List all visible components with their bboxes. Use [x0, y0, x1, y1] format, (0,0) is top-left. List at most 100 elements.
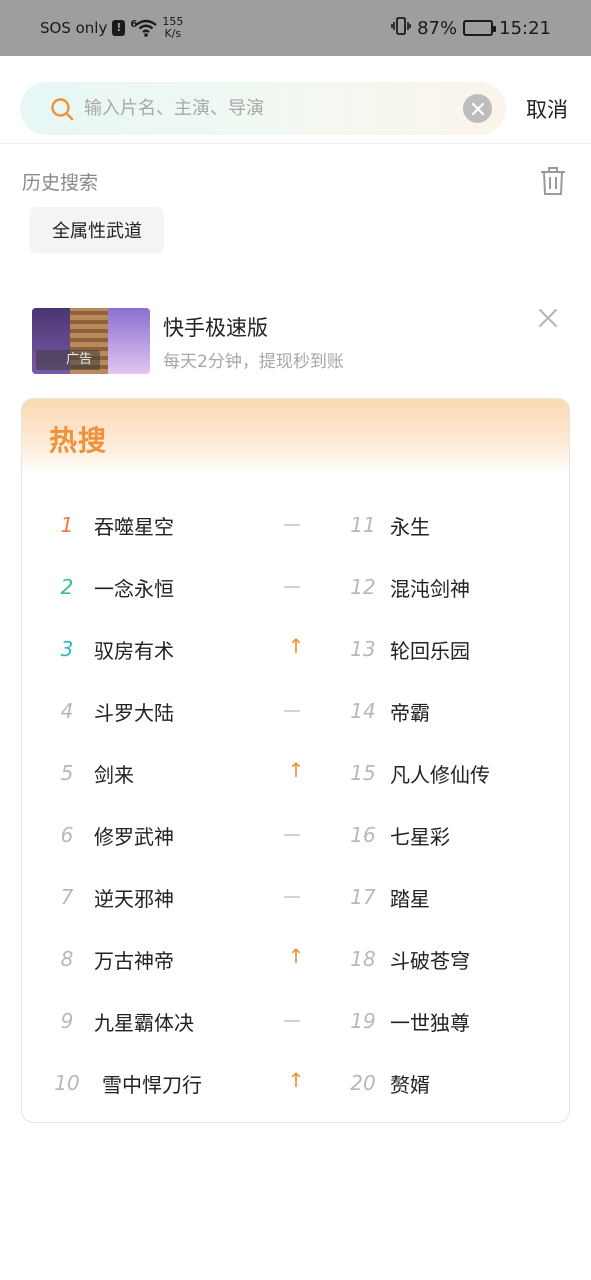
hot-search-item[interactable]: 6 修罗武神	[52, 815, 174, 855]
history-chip[interactable]: 全属性武道	[30, 207, 164, 253]
hot-search-title-text: 修罗武神	[94, 824, 174, 849]
carrier-text: SOS only	[40, 19, 108, 37]
history-title: 历史搜索	[22, 172, 99, 194]
rank-number: 12	[348, 572, 378, 602]
rank-number: 8	[52, 944, 82, 974]
rank-number: 19	[348, 1006, 378, 1036]
trend-up-icon: ↑	[287, 758, 305, 782]
rank-number: 15	[348, 758, 378, 788]
hot-search-item[interactable]: 20 赘婿	[348, 1063, 430, 1103]
hot-search-title-text: 九星霸体决	[94, 1010, 194, 1035]
rank-number: 11	[348, 510, 378, 540]
hot-search-item[interactable]: 8 万古神帝	[52, 939, 174, 979]
trash-icon[interactable]	[540, 166, 566, 196]
hot-search-title-text: 雪中悍刀行	[102, 1072, 202, 1097]
hot-search-title-text: 吞噬星空	[94, 514, 174, 539]
sim-alert-icon: !	[112, 20, 126, 36]
cancel-button[interactable]: 取消	[526, 94, 568, 124]
hot-search-item[interactable]: 3 驭房有术	[52, 629, 174, 669]
hot-search-item[interactable]: 13 轮回乐园	[348, 629, 470, 669]
hot-search-item[interactable]: 2 一念永恒	[52, 567, 174, 607]
rank-number: 5	[52, 758, 82, 788]
network-speed-unit: K/s	[164, 27, 182, 40]
status-bar: SOS only ! 6 155 K/s 87% 15:21	[0, 0, 591, 56]
hot-search-item[interactable]: 11 永生	[348, 505, 430, 545]
hot-search-title-text: 七星彩	[390, 824, 450, 849]
ad-tag: 广告	[36, 350, 100, 370]
ad-thumbnail: 广告	[32, 308, 150, 374]
wifi-icon: 6	[130, 19, 158, 37]
hot-search-item[interactable]: 5 剑来	[52, 753, 134, 793]
search-input[interactable]	[84, 98, 444, 119]
hot-search-item[interactable]: 18 斗破苍穹	[348, 939, 470, 979]
hot-search-title: 热搜	[49, 424, 108, 457]
status-right: 87% 15:21	[391, 0, 551, 56]
trend-flat-icon	[284, 524, 300, 526]
close-icon	[471, 102, 484, 115]
rank-number: 13	[348, 634, 378, 664]
hot-search-title-text: 驭房有术	[94, 638, 174, 663]
rank-number: 2	[52, 572, 82, 602]
rank-number: 16	[348, 820, 378, 850]
hot-search-title-text: 帝霸	[390, 700, 430, 725]
hot-search-title-text: 赘婿	[390, 1072, 430, 1097]
hot-search-card: 热搜 1 吞噬星空 2 一念永恒 3 驭房有术 ↑ 4 斗罗大陆 5 剑来 ↑ 6 修罗武神 7 逆天邪神 8 万…	[21, 398, 570, 1123]
rank-number: 7	[52, 882, 82, 912]
trend-flat-icon	[284, 710, 300, 712]
rank-number: 4	[52, 696, 82, 726]
hot-search-title-text: 万古神帝	[94, 948, 174, 973]
trend-flat-icon	[284, 1020, 300, 1022]
hot-search-title-text: 轮回乐园	[390, 638, 470, 663]
ad-title: 快手极速版	[163, 316, 268, 340]
trend-up-icon: ↑	[287, 944, 305, 968]
rank-number: 20	[348, 1068, 378, 1098]
hot-search-item[interactable]: 16 七星彩	[348, 815, 450, 855]
hot-search-item[interactable]: 9 九星霸体决	[52, 1001, 194, 1041]
clear-search-button[interactable]	[463, 94, 492, 123]
rank-number: 3	[52, 634, 82, 664]
hot-search-title-text: 剑来	[94, 762, 134, 787]
rank-number: 1	[52, 510, 82, 540]
battery-icon	[463, 20, 497, 36]
close-icon[interactable]	[538, 308, 558, 328]
hot-search-title-text: 斗破苍穹	[390, 948, 470, 973]
hot-search-title-text: 一念永恒	[94, 576, 174, 601]
hot-search-title-text: 踏星	[390, 886, 430, 911]
hot-search-title-text: 斗罗大陆	[94, 700, 174, 725]
vibrate-icon	[391, 16, 411, 41]
trend-up-icon: ↑	[287, 1068, 305, 1092]
hot-search-item[interactable]: 4 斗罗大陆	[52, 691, 174, 731]
hot-search-title-text: 永生	[390, 514, 430, 539]
status-left: SOS only ! 6 155 K/s	[40, 0, 183, 56]
rank-number: 17	[348, 882, 378, 912]
hot-search-item[interactable]: 1 吞噬星空	[52, 505, 174, 545]
trend-flat-icon	[284, 896, 300, 898]
hot-search-item[interactable]: 19 一世独尊	[348, 1001, 470, 1041]
trend-flat-icon	[284, 834, 300, 836]
hot-search-item[interactable]: 14 帝霸	[348, 691, 430, 731]
hot-search-title-text: 一世独尊	[390, 1010, 470, 1035]
ad-subtitle: 每天2分钟，提现秒到账	[163, 352, 344, 372]
rank-number: 6	[52, 820, 82, 850]
search-icon	[51, 97, 74, 120]
trend-flat-icon	[284, 586, 300, 588]
hot-search-item[interactable]: 15 凡人修仙传	[348, 753, 490, 793]
network-speed: 155 K/s	[162, 16, 183, 40]
hot-search-item[interactable]: 12 混沌剑神	[348, 567, 470, 607]
rank-number: 10	[52, 1068, 82, 1098]
rank-number: 9	[52, 1006, 82, 1036]
battery-percent: 87%	[417, 17, 458, 39]
ad-banner[interactable]: 广告 快手极速版 每天2分钟，提现秒到账	[32, 306, 572, 376]
hot-search-title-text: 凡人修仙传	[390, 762, 490, 787]
hot-search-item[interactable]: 7 逆天邪神	[52, 877, 174, 917]
hot-search-item[interactable]: 17 踏星	[348, 877, 430, 917]
rank-number: 14	[348, 696, 378, 726]
search-bar[interactable]	[20, 82, 506, 135]
rank-number: 18	[348, 944, 378, 974]
hot-search-title-text: 混沌剑神	[390, 576, 470, 601]
clock: 15:21	[499, 17, 551, 39]
divider	[0, 143, 591, 144]
hot-search-item[interactable]: 10 雪中悍刀行	[52, 1063, 202, 1103]
trend-up-icon: ↑	[287, 634, 305, 658]
hot-search-title-text: 逆天邪神	[94, 886, 174, 911]
